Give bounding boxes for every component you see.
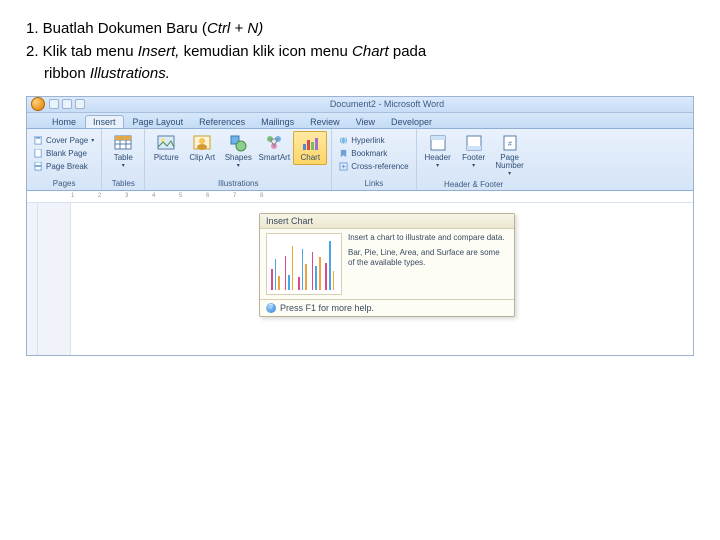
shapes-button[interactable]: Shapes▾	[221, 131, 255, 172]
titlebar: Document2 - Microsoft Word	[27, 97, 693, 113]
header-icon	[429, 134, 447, 152]
smartart-button[interactable]: SmartArt	[257, 131, 291, 165]
table-icon	[114, 134, 132, 152]
crossref-icon	[339, 162, 348, 171]
group-header-footer: Header▾ Footer▾ # Page Number▾ Header & …	[417, 129, 531, 190]
group-illustrations: Picture Clip Art Shapes▾	[145, 129, 332, 190]
ribbon-tabs: Home Insert Page Layout References Maili…	[27, 113, 693, 129]
bookmark-button[interactable]: Bookmark	[336, 147, 411, 160]
cover-page-button[interactable]: Cover Page▾	[31, 134, 97, 147]
tab-developer[interactable]: Developer	[384, 116, 439, 128]
tab-mailings[interactable]: Mailings	[254, 116, 301, 128]
vertical-ruler[interactable]	[27, 203, 71, 355]
insert-chart-tooltip: Insert Chart Insert a chart to illustrat…	[259, 213, 515, 317]
shapes-icon	[229, 134, 247, 152]
instruction-text: 1. Buatlah Dokumen Baru (Ctrl + N) 2. Kl…	[26, 18, 694, 86]
hyperlink-icon	[339, 136, 348, 145]
help-icon: ?	[266, 303, 276, 313]
document-area[interactable]: Insert Chart Insert a chart to illustrat…	[71, 203, 693, 355]
tooltip-title: Insert Chart	[260, 214, 514, 229]
page-number-button[interactable]: # Page Number▾	[493, 131, 527, 180]
blank-page-button[interactable]: Blank Page	[31, 147, 97, 160]
tab-page-layout[interactable]: Page Layout	[126, 116, 191, 128]
cover-page-icon	[34, 136, 43, 145]
ribbon: Cover Page▾ Blank Page Page Break Pages	[27, 129, 693, 191]
word-window: Document2 - Microsoft Word Home Insert P…	[26, 96, 694, 356]
hyperlink-button[interactable]: Hyperlink	[336, 134, 411, 147]
tab-review[interactable]: Review	[303, 116, 347, 128]
tab-insert[interactable]: Insert	[85, 115, 124, 128]
quick-access-toolbar	[49, 99, 85, 109]
group-pages: Cover Page▾ Blank Page Page Break Pages	[27, 129, 102, 190]
group-links: Hyperlink Bookmark Cross-reference Links	[332, 129, 416, 190]
clipart-button[interactable]: Clip Art	[185, 131, 219, 165]
blank-page-icon	[34, 149, 43, 158]
tooltip-desc-1: Insert a chart to illustrate and compare…	[348, 233, 508, 243]
table-button[interactable]: Table▾	[106, 131, 140, 172]
page-break-icon	[34, 162, 43, 171]
qat-redo-icon[interactable]	[75, 99, 85, 109]
header-button[interactable]: Header▾	[421, 131, 455, 172]
horizontal-ruler[interactable]: 1 2 3 4 5 6 7 8	[27, 191, 693, 203]
smartart-icon	[265, 134, 283, 152]
cross-reference-button[interactable]: Cross-reference	[336, 160, 411, 173]
office-button[interactable]	[31, 97, 45, 111]
ruler-area: 1 2 3 4 5 6 7 8 Insert Chart Insert a ch…	[27, 191, 693, 355]
tab-home[interactable]: Home	[45, 116, 83, 128]
page-number-icon: #	[501, 134, 519, 152]
qat-save-icon[interactable]	[49, 99, 59, 109]
tab-references[interactable]: References	[192, 116, 252, 128]
chart-icon	[301, 134, 319, 152]
tooltip-desc-2: Bar, Pie, Line, Area, and Surface are so…	[348, 248, 508, 267]
window-title: Document2 - Microsoft Word	[330, 99, 444, 109]
tooltip-footer: ? Press F1 for more help.	[260, 299, 514, 316]
group-tables: Table▾ Tables	[102, 129, 145, 190]
svg-text:#: #	[508, 141, 512, 148]
tooltip-chart-preview	[266, 233, 342, 295]
chart-button[interactable]: Chart	[293, 131, 327, 165]
tab-view[interactable]: View	[349, 116, 382, 128]
bookmark-icon	[339, 149, 348, 158]
clipart-icon	[193, 134, 211, 152]
page-break-button[interactable]: Page Break	[31, 160, 97, 173]
footer-icon	[465, 134, 483, 152]
footer-button[interactable]: Footer▾	[457, 131, 491, 172]
picture-button[interactable]: Picture	[149, 131, 183, 165]
picture-icon	[157, 134, 175, 152]
qat-undo-icon[interactable]	[62, 99, 72, 109]
